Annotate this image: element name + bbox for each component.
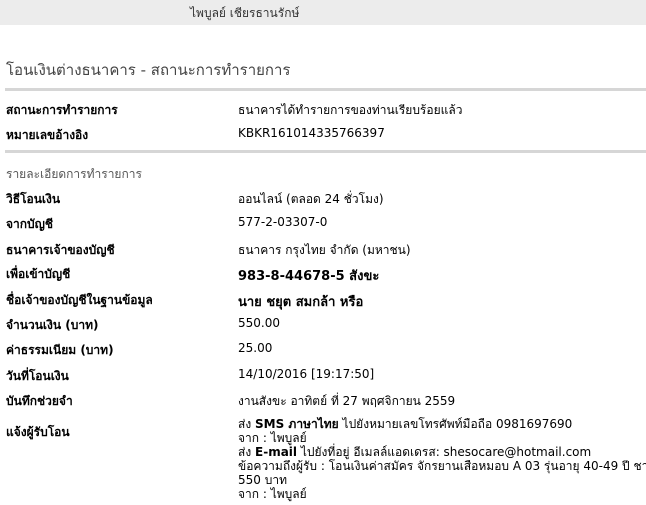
detail-label: วิธีโอนเงิน <box>6 192 61 206</box>
detail-value: 983-8-44678-5 สังขะ <box>238 269 380 284</box>
detail-label: ธนาคารเจ้าของบัญชี <box>6 243 115 257</box>
user-name: ไพบูลย์ เชียรธานรักษ์ <box>190 6 300 20</box>
sms-prefix: ส่ง <box>238 417 252 431</box>
sms-bold: SMS ภาษาไทย <box>255 417 339 431</box>
email-bold: E-mail <box>255 445 298 459</box>
detail-label: แจ้งผู้รับโอน <box>6 425 70 439</box>
detail-label: จำนวนเงิน (บาท) <box>6 318 99 332</box>
detail-label: บันทึกช่วยจำ <box>6 394 73 408</box>
divider <box>5 150 646 153</box>
notify-info: ส่ง SMS ภาษาไทย ไปยังหมายเลขโทรศัพท์มือถ… <box>238 417 646 501</box>
detail-value: 577-2-03307-0 <box>238 215 328 229</box>
section-title: รายละเอียดการทำรายการ <box>6 167 142 181</box>
from-line: จาก : ไพบูลย์ <box>238 487 307 501</box>
detail-label: ชื่อเจ้าของบัญชีในฐานข้อมูล <box>6 293 153 307</box>
detail-label: จากบัญชี <box>6 217 54 231</box>
detail-value: นาย ชยุต สมกล้า หรือ <box>238 295 364 310</box>
detail-value: ออนไลน์ (ตลอด 24 ชั่วโมง) <box>238 192 384 206</box>
reference-label: หมายเลขอ้างอิง <box>6 128 89 142</box>
from-line: จาก : ไพบูลย์ <box>238 431 307 445</box>
message-line: ข้อความถึงผู้รับ : โอนเงินค่าสมัคร จักรย… <box>238 459 646 473</box>
detail-label: เพื่อเข้าบัญชี <box>6 267 71 281</box>
status-value: ธนาคารได้ทำรายการของท่านเรียบร้อยแล้ว <box>238 103 463 117</box>
email-rest: ไปยังที่อยู่ อีเมลล์แอดเดรส: shesocare@h… <box>300 445 592 459</box>
reference-value: KBKR161014335766397 <box>238 126 385 140</box>
detail-value: ธนาคาร กรุงไทย จำกัด (มหาชน) <box>238 243 411 257</box>
top-bar: ไพบูลย์ เชียรธานรักษ์ <box>0 0 646 25</box>
status-label: สถานะการทำรายการ <box>6 103 118 117</box>
detail-label: วันที่โอนเงิน <box>6 369 69 383</box>
sms-rest: ไปยังหมายเลขโทรศัพท์มือถือ 0981697690 <box>342 417 573 431</box>
page-title: โอนเงินต่างธนาคาร - สถานะการทำรายการ <box>6 61 291 79</box>
detail-value: 14/10/2016 [19:17:50] <box>238 367 375 381</box>
message-line: 550 บาท <box>238 473 287 487</box>
email-line: ส่ง E-mail ไปยังที่อยู่ อีเมลล์แอดเดรส: … <box>238 445 646 459</box>
detail-label: ค่าธรรมเนียม (บาท) <box>6 343 114 357</box>
sms-line: ส่ง SMS ภาษาไทย ไปยังหมายเลขโทรศัพท์มือถ… <box>238 417 646 431</box>
detail-value: 25.00 <box>238 341 273 355</box>
email-prefix: ส่ง <box>238 445 252 459</box>
detail-value: งานสังขะ อาทิตย์ ที่ 27 พฤศจิกายน 2559 <box>238 394 456 408</box>
divider <box>5 88 646 91</box>
detail-value: 550.00 <box>238 316 280 330</box>
